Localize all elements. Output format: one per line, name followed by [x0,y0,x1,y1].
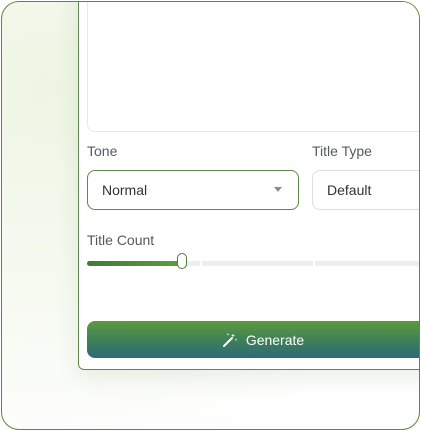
generator-card: Tone Title Type Normal Default Title Cou… [78,2,419,370]
chevron-down-icon [274,187,282,192]
prompt-textarea[interactable] [87,2,419,132]
title-type-label: Title Type [312,143,372,159]
generate-button[interactable]: Generate [87,321,419,358]
title-count-slider[interactable] [87,253,419,269]
title-type-select[interactable]: Default [312,170,419,210]
slider-tick [200,261,202,266]
magic-wand-icon [222,332,238,347]
slider-thumb[interactable] [177,253,187,269]
slider-fill [87,261,182,266]
title-count-label: Title Count [87,232,155,248]
tone-select[interactable]: Normal [87,170,299,210]
generate-button-label: Generate [245,331,305,348]
outer-frame: Tone Title Type Normal Default Title Cou… [1,1,420,430]
title-type-select-value: Default [327,182,372,198]
tone-label: Tone [87,143,118,159]
tone-select-value: Normal [102,182,148,198]
slider-tick [313,261,315,266]
